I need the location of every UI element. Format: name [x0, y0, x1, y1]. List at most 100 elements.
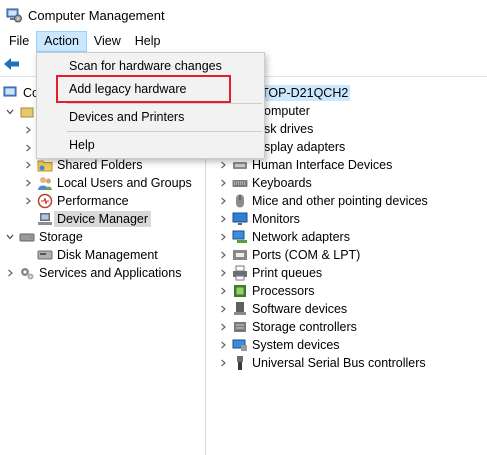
menu-item-scan-for-hardware-changes[interactable]: Scan for hardware changes — [37, 55, 264, 77]
port-icon — [233, 250, 247, 260]
computer-management-icon — [6, 8, 22, 23]
device-manager-icon — [38, 213, 52, 225]
menu-file[interactable]: File — [2, 31, 36, 52]
device-category-display-adapters[interactable]: splay adapters — [264, 138, 345, 156]
highlight-box — [56, 75, 231, 103]
system-tools-icon — [20, 107, 34, 118]
device-category-label: Storage controllers — [252, 320, 357, 334]
menu-item-help[interactable]: Help — [37, 134, 264, 156]
monitor-icon — [232, 212, 248, 225]
chevron-down-icon — [6, 234, 14, 240]
tree-expander-task-scheduler[interactable] — [22, 121, 37, 139]
device-category-label: Network adapters — [252, 230, 350, 244]
computer-management-icon — [3, 86, 17, 97]
users-icon — [38, 177, 52, 190]
device-category-computer[interactable]: omputer — [264, 102, 310, 120]
chevron-right-icon — [26, 126, 31, 134]
device-category-network-adapters[interactable]: Network adapters — [217, 228, 350, 246]
processor-icon — [234, 285, 246, 297]
tree-expander-system-tools[interactable] — [4, 103, 39, 121]
tree-item-label: Device Manager — [54, 211, 152, 227]
tree-item-local-users-and-groups[interactable]: Local Users and Groups — [22, 174, 192, 192]
device-category-label: Universal Serial Bus controllers — [252, 356, 426, 370]
chevron-right-icon — [221, 323, 226, 331]
device-category-system-devices[interactable]: System devices — [217, 336, 340, 354]
chevron-right-icon — [221, 287, 226, 295]
menu-bar: File Action View Help — [0, 30, 487, 52]
device-category-monitors[interactable]: Monitors — [217, 210, 300, 228]
tree-item-services-and-applications[interactable]: Services and Applications — [4, 264, 181, 282]
chevron-right-icon — [26, 179, 31, 187]
storage-icon — [19, 233, 35, 242]
device-category-label: Ports (COM & LPT) — [252, 248, 361, 262]
menu-help[interactable]: Help — [128, 31, 168, 52]
chevron-right-icon — [221, 179, 226, 187]
tree-item-label: Disk Management — [57, 248, 158, 262]
tree-item-label: Storage — [39, 230, 83, 244]
device-category-label: Software devices — [252, 302, 348, 316]
chevron-right-icon — [221, 251, 226, 259]
shared-folders-icon — [37, 160, 53, 172]
chevron-right-icon — [8, 269, 13, 277]
device-category-ports[interactable]: Ports (COM & LPT) — [217, 246, 360, 264]
system-device-icon — [232, 339, 247, 351]
tree-item-label: Services and Applications — [39, 266, 182, 280]
chevron-right-icon — [26, 197, 31, 205]
printer-icon — [233, 265, 247, 281]
device-category-disk-drives[interactable]: sk drives — [264, 120, 313, 138]
device-category-label: Human Interface Devices — [252, 158, 393, 172]
device-category-label: Processors — [252, 284, 315, 298]
device-tree-root[interactable]: TOP-D21QCH2 — [259, 84, 351, 102]
device-category-processors[interactable]: Processors — [217, 282, 315, 300]
device-category-label: Monitors — [252, 212, 300, 226]
device-category-label: Mice and other pointing devices — [252, 194, 428, 208]
device-category-label: omputer — [264, 104, 310, 118]
chevron-right-icon — [221, 215, 226, 223]
device-category-keyboards[interactable]: Keyboards — [217, 174, 312, 192]
menu-item-devices-and-printers[interactable]: Devices and Printers — [37, 106, 264, 128]
tree-item-storage[interactable]: Storage — [4, 228, 83, 246]
tree-item-disk-management[interactable]: Disk Management — [37, 246, 158, 264]
device-category-print-queues[interactable]: Print queues — [217, 264, 322, 282]
chevron-right-icon — [221, 341, 226, 349]
chevron-right-icon — [221, 305, 226, 313]
keyboard-icon — [232, 180, 248, 187]
disk-management-icon — [37, 250, 53, 260]
device-category-storage-controllers[interactable]: Storage controllers — [217, 318, 357, 336]
chevron-right-icon — [221, 197, 226, 205]
tree-item-device-manager[interactable]: Device Manager — [37, 210, 152, 228]
chevron-right-icon — [221, 233, 226, 241]
device-category-label: splay adapters — [264, 140, 346, 154]
device-category-usb-controllers[interactable]: Universal Serial Bus controllers — [217, 354, 426, 372]
tree-item-performance[interactable]: Performance — [22, 192, 129, 210]
chevron-down-icon — [6, 109, 14, 115]
chevron-right-icon — [221, 269, 226, 277]
mouse-icon — [236, 194, 244, 208]
menu-separator — [67, 103, 262, 104]
tree-item-label: Performance — [57, 194, 129, 208]
network-adapter-icon — [232, 230, 247, 243]
back-arrow-icon[interactable] — [3, 57, 21, 71]
device-category-label: System devices — [252, 338, 340, 352]
chevron-right-icon — [26, 161, 31, 169]
device-category-software-devices[interactable]: Software devices — [217, 300, 347, 318]
software-device-icon — [234, 302, 246, 315]
action-menu-dropdown: Scan for hardware changes Add legacy har… — [36, 52, 265, 159]
chevron-right-icon — [26, 144, 31, 152]
tree-root-computer-management[interactable]: Co — [3, 84, 39, 102]
storage-controller-icon — [234, 322, 246, 332]
menu-action[interactable]: Action — [36, 30, 87, 52]
title-bar: Computer Management — [0, 0, 487, 30]
usb-icon — [237, 356, 243, 370]
device-category-label: Keyboards — [252, 176, 312, 190]
tree-expander-event-viewer[interactable] — [22, 139, 37, 157]
device-tree-root-label: TOP-D21QCH2 — [259, 85, 351, 101]
menu-separator — [67, 131, 262, 132]
device-category-mice[interactable]: Mice and other pointing devices — [217, 192, 428, 210]
chevron-right-icon — [221, 359, 226, 367]
device-category-label: sk drives — [264, 122, 314, 136]
performance-icon — [37, 193, 53, 209]
window-title: Computer Management — [28, 7, 165, 23]
menu-view[interactable]: View — [87, 31, 128, 52]
device-category-label: Print queues — [252, 266, 323, 280]
